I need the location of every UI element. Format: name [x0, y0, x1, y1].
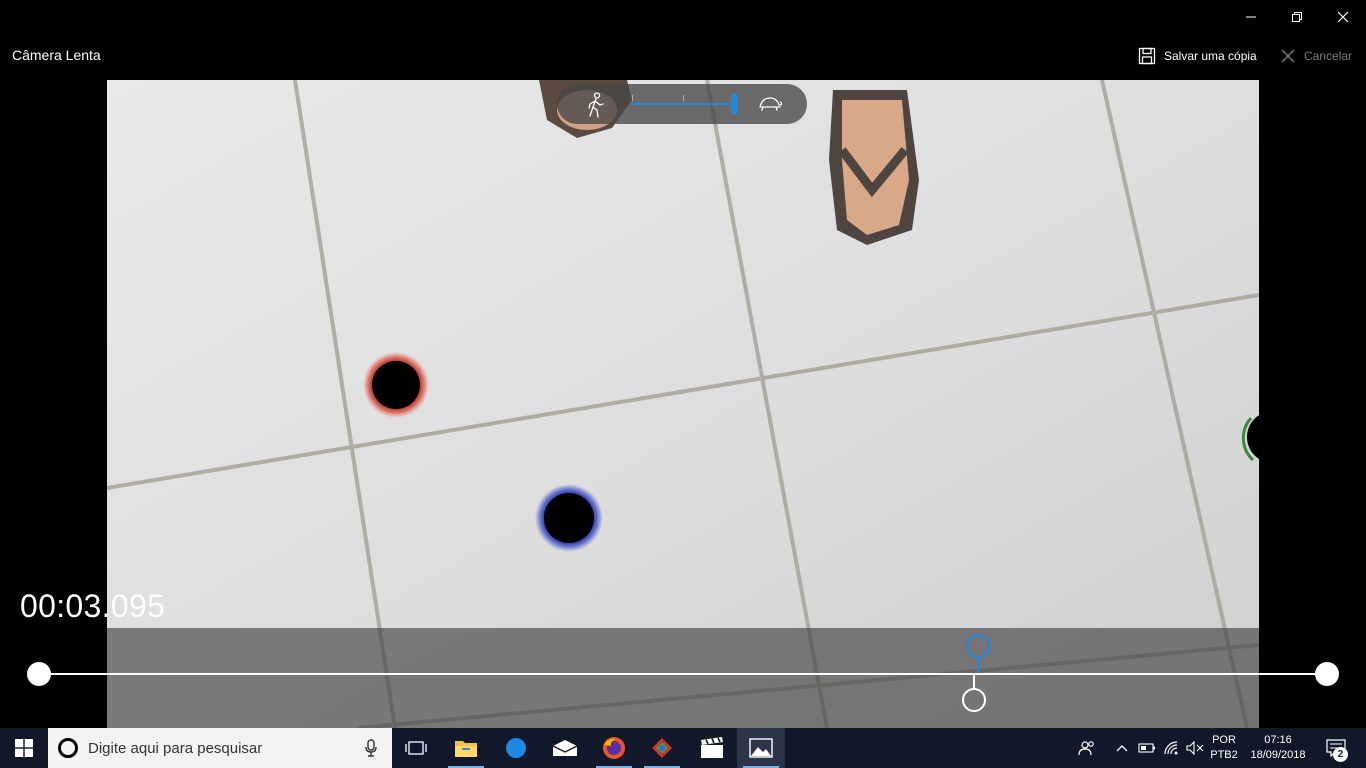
firefox-icon: [603, 737, 625, 759]
keyboard-layout: PTB2: [1210, 749, 1238, 761]
battery-icon: [1138, 743, 1155, 753]
input-language-indicator[interactable]: POR PTB2: [1206, 733, 1242, 763]
timeline-track[interactable]: [38, 673, 1328, 675]
task-view-icon: [405, 741, 427, 755]
restore-button[interactable]: [1274, 0, 1320, 34]
app-title: Câmera Lenta: [12, 47, 101, 63]
git-diamond-icon: [652, 738, 672, 758]
clock-time: 07:16: [1264, 734, 1292, 746]
photos-icon: [749, 738, 773, 758]
close-icon: [1337, 11, 1349, 23]
timeline-panel: [107, 628, 1259, 728]
speed-control[interactable]: [557, 84, 807, 124]
trim-end-handle[interactable]: [1315, 662, 1339, 686]
speed-track-fill: [631, 103, 735, 105]
battery-button[interactable]: [1136, 728, 1158, 768]
minimize-icon: [1246, 16, 1256, 18]
close-button[interactable]: [1320, 0, 1366, 34]
trim-start-handle[interactable]: [27, 662, 51, 686]
microphone-icon[interactable]: [364, 739, 378, 757]
chevron-up-icon: [1116, 745, 1128, 752]
taskbar-clock[interactable]: 07:16 18/09/2018: [1244, 733, 1312, 763]
cancel-label: Cancelar: [1304, 49, 1353, 63]
taskbar-edge-browser[interactable]: [492, 728, 540, 768]
start-button[interactable]: [0, 728, 48, 768]
taskbar-video-editor[interactable]: [688, 728, 736, 768]
browser-compass-icon: [506, 738, 526, 758]
cortana-icon: [58, 738, 78, 758]
speed-tick: [683, 95, 684, 101]
mail-icon: [552, 740, 578, 756]
walker-icon: [588, 92, 604, 118]
taskbar-firefox[interactable]: [590, 728, 638, 768]
save-copy-label: Salvar uma cópia: [1164, 49, 1257, 63]
minimize-button[interactable]: [1228, 0, 1274, 34]
volume-muted-icon: [1186, 741, 1204, 755]
slow-motion-marker[interactable]: [966, 634, 990, 658]
people-icon: [1078, 741, 1094, 756]
taskbar: Digite aqui para pesquisar POR PTB2 07:1…: [0, 728, 1366, 768]
taskbar-mail[interactable]: [541, 728, 589, 768]
taskbar-file-explorer[interactable]: [442, 728, 490, 768]
taskbar-photos-app[interactable]: [737, 728, 785, 768]
cancel-button[interactable]: Cancelar: [1280, 45, 1352, 67]
clapperboard-icon: [701, 737, 723, 758]
turtle-icon: [759, 97, 783, 111]
taskbar-git-app[interactable]: [638, 728, 686, 768]
cancel-icon: [1281, 49, 1295, 63]
windows-logo-icon: [15, 739, 33, 757]
save-copy-button[interactable]: Salvar uma cópia: [1138, 45, 1257, 67]
taskbar-search-box[interactable]: Digite aqui para pesquisar: [48, 728, 392, 768]
wifi-icon: [1164, 741, 1178, 755]
people-button[interactable]: [1074, 728, 1100, 768]
title-bar: [0, 0, 1366, 34]
speed-tick: [632, 95, 633, 101]
playback-timestamp: 00:03.095: [20, 588, 166, 624]
speed-slider-thumb[interactable]: [731, 94, 738, 114]
notification-count-badge: 2: [1333, 747, 1348, 762]
save-icon: [1138, 47, 1156, 65]
slow-motion-marker-stem: [977, 657, 979, 673]
playhead-stem: [973, 675, 975, 689]
search-placeholder: Digite aqui para pesquisar: [88, 740, 263, 757]
restore-icon: [1292, 12, 1302, 22]
network-button[interactable]: [1160, 728, 1184, 768]
playhead-handle[interactable]: [962, 688, 986, 712]
task-view-button[interactable]: [392, 728, 440, 768]
clock-date: 18/09/2018: [1250, 749, 1306, 761]
show-hidden-icons-button[interactable]: [1112, 728, 1132, 768]
folder-icon: [455, 741, 477, 757]
language-code: POR: [1212, 734, 1236, 746]
volume-button[interactable]: [1184, 728, 1206, 768]
